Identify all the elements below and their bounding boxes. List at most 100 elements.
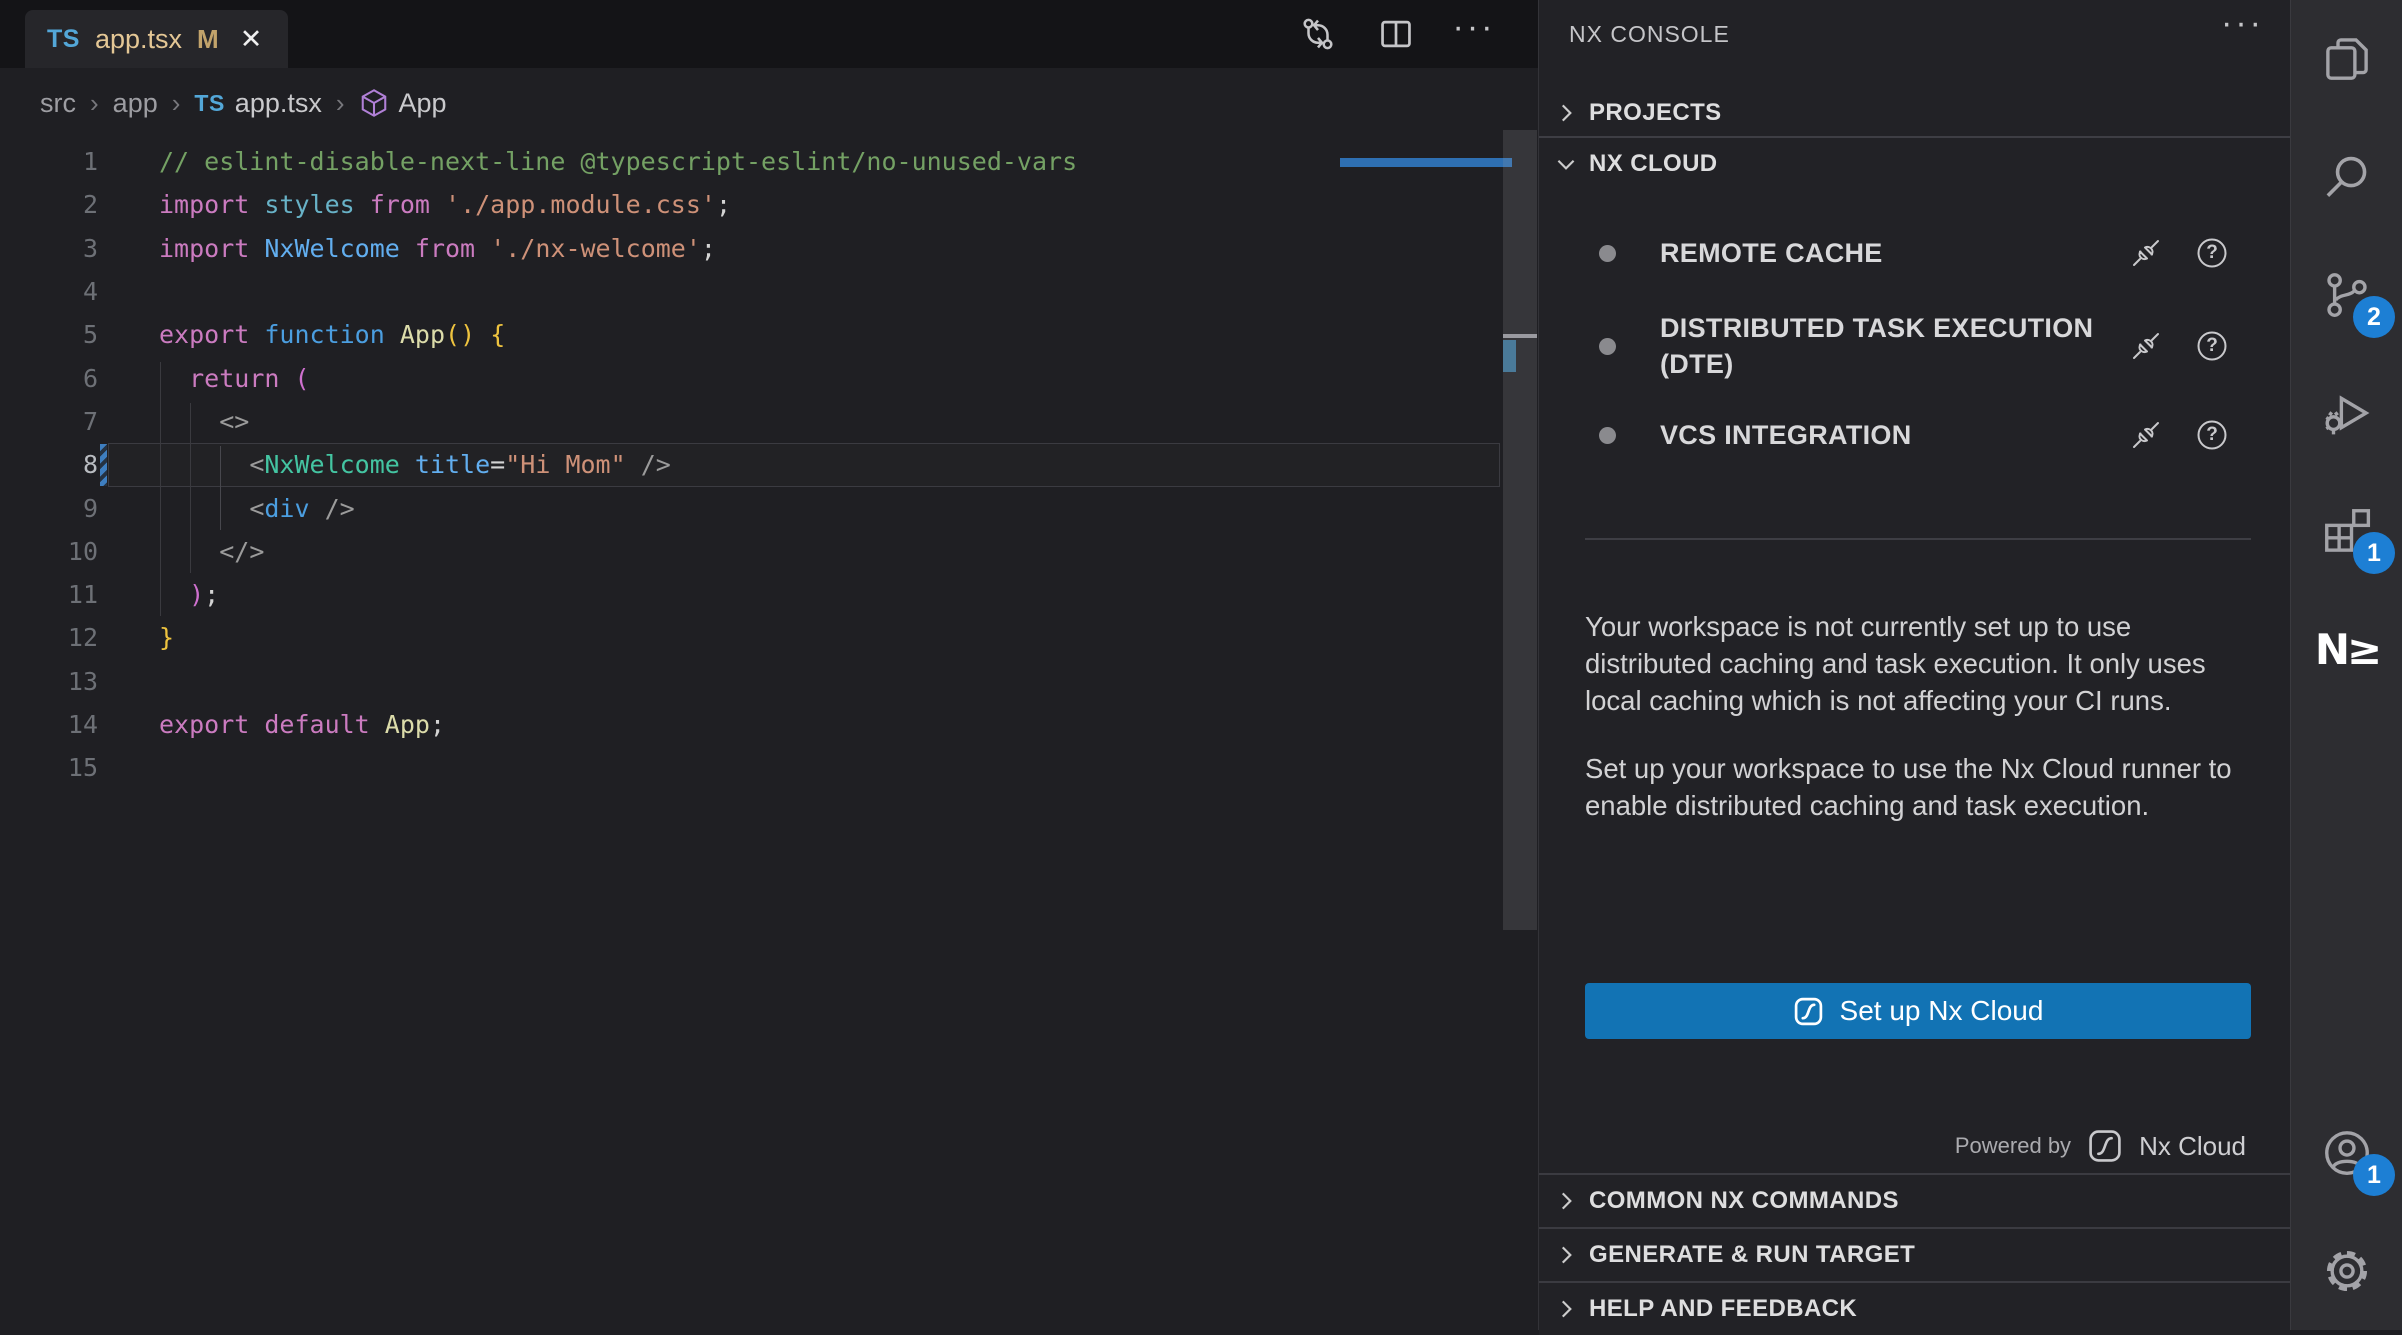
breadcrumb: src›app›TSapp.tsx›App	[40, 80, 447, 126]
setup-nx-cloud-button[interactable]: Set up Nx Cloud	[1585, 983, 2251, 1039]
button-label: Set up Nx Cloud	[1840, 995, 2044, 1027]
powered-by-label: Powered by	[1955, 1133, 2071, 1159]
chevron-right-icon	[1553, 1242, 1579, 1268]
open-changes-icon[interactable]	[1294, 10, 1342, 58]
code-line[interactable]: 4	[0, 270, 1340, 313]
line-number[interactable]: 15	[0, 753, 98, 782]
section-label: PROJECTS	[1589, 99, 1722, 127]
badge-count: 1	[2353, 1154, 2395, 1196]
section-common-nx-commands[interactable]: COMMON NX COMMANDS	[1539, 1173, 2290, 1227]
code-text: export function App() {	[159, 320, 505, 349]
breadcrumb-item-src[interactable]: src	[40, 88, 76, 119]
section-label: HELP AND FEEDBACK	[1589, 1295, 1857, 1323]
editor-toolbar: ···	[1294, 0, 1498, 68]
line-number[interactable]: 8	[0, 450, 98, 479]
activity-explorer-icon[interactable]	[2291, 0, 2402, 118]
typescript-file-icon: TS	[47, 25, 80, 54]
code-line[interactable]: 6 return (	[0, 356, 1340, 399]
nx-cloud-description: Your workspace is not currently set up t…	[1585, 608, 2253, 824]
line-number[interactable]: 11	[0, 580, 98, 609]
status-dot	[1599, 338, 1616, 355]
breadcrumb-separator: ›	[336, 88, 345, 119]
section-label: NX CLOUD	[1589, 150, 1718, 178]
line-number[interactable]: 2	[0, 190, 98, 219]
code-line[interactable]: 7 <>	[0, 400, 1340, 443]
code-line[interactable]: 12}	[0, 616, 1340, 659]
line-number[interactable]: 6	[0, 364, 98, 393]
activity-bar: 2 1 N≥ 1	[2290, 0, 2402, 1330]
code-line[interactable]: 8 <NxWelcome title="Hi Mom" />	[0, 443, 1340, 486]
activity-extensions-icon[interactable]: 1	[2291, 472, 2402, 590]
chevron-right-icon	[1553, 1296, 1579, 1322]
line-number[interactable]: 13	[0, 667, 98, 696]
activity-source-control-icon[interactable]: 2	[2291, 236, 2402, 354]
code-line[interactable]: 10 </>	[0, 530, 1340, 573]
breadcrumb-item-app[interactable]: app	[113, 88, 158, 119]
help-icon[interactable]: ?	[2194, 328, 2230, 364]
section-label: GENERATE & RUN TARGET	[1589, 1241, 1915, 1269]
code-text: <>	[159, 407, 249, 436]
code-text: }	[159, 623, 174, 652]
section-generate-run-target[interactable]: GENERATE & RUN TARGET	[1539, 1227, 2290, 1281]
activity-nx-console-icon[interactable]: N≥	[2291, 590, 2402, 708]
activity-run-debug-icon[interactable]	[2291, 354, 2402, 472]
connect-icon[interactable]	[2128, 235, 2164, 271]
scrollbar-cursor-tick	[1503, 334, 1537, 338]
line-number[interactable]: 1	[0, 147, 98, 176]
line-number[interactable]: 9	[0, 494, 98, 523]
badge-count: 1	[2353, 532, 2395, 574]
code-line[interactable]: 14 export default App;	[0, 703, 1340, 746]
code-line[interactable]: 11 );	[0, 573, 1340, 616]
tab-app-tsx[interactable]: TS app.tsx M ✕	[25, 10, 288, 68]
minimap[interactable]: // eslint-disable-next-line @typescript-…	[1348, 134, 1506, 190]
code-text: // eslint-disable-next-line @typescript-…	[159, 147, 1077, 176]
help-icon[interactable]: ?	[2194, 235, 2230, 271]
breadcrumb-item-app-tsx[interactable]: TSapp.tsx	[194, 88, 321, 119]
section-projects[interactable]: PROJECTS	[1539, 90, 2290, 136]
code-line[interactable]: 9 <div />	[0, 486, 1340, 529]
status-dot	[1599, 427, 1616, 444]
help-icon[interactable]: ?	[2194, 417, 2230, 453]
typescript-file-icon: TS	[194, 90, 224, 117]
connect-icon[interactable]	[2128, 328, 2164, 364]
line-number[interactable]: 3	[0, 234, 98, 263]
section-nx-cloud[interactable]: NX CLOUD	[1539, 138, 2290, 190]
close-icon[interactable]: ✕	[240, 24, 263, 55]
code-text: return (	[159, 364, 310, 393]
split-editor-icon[interactable]	[1372, 10, 1420, 58]
code-line[interactable]: 3import NxWelcome from './nx-welcome';	[0, 227, 1340, 270]
breadcrumb-label: src	[40, 88, 76, 119]
line-number[interactable]: 4	[0, 277, 98, 306]
code-line[interactable]: 2import styles from './app.module.css';	[0, 183, 1340, 226]
panel-more-actions-icon[interactable]: ···	[2221, 4, 2264, 43]
code-line[interactable]: 5 export function App() {	[0, 313, 1340, 356]
editor-scrollbar[interactable]	[1503, 130, 1537, 930]
activity-settings-icon[interactable]	[2291, 1212, 2402, 1330]
line-number[interactable]: 12	[0, 623, 98, 652]
breadcrumb-label: app	[113, 88, 158, 119]
description-paragraph: Set up your workspace to use the Nx Clou…	[1585, 750, 2253, 824]
chevron-right-icon	[1553, 100, 1579, 126]
line-number[interactable]: 14	[0, 710, 98, 739]
code-text: export default App;	[159, 710, 445, 739]
feature-row-distributed-task-execution-dte-: DISTRIBUTED TASK EXECUTION (DTE)?	[1539, 300, 2290, 392]
code-line[interactable]: 1 // eslint-disable-next-line @typescript…	[0, 140, 1340, 183]
code-line[interactable]: 15	[0, 746, 1340, 789]
nx-cloud-icon	[1793, 996, 1824, 1027]
activity-search-icon[interactable]	[2291, 118, 2402, 236]
section-help-and-feedback[interactable]: HELP AND FEEDBACK	[1539, 1281, 2290, 1335]
code-line[interactable]: 13	[0, 660, 1340, 703]
line-number[interactable]: 10	[0, 537, 98, 566]
more-actions-icon[interactable]: ···	[1450, 10, 1498, 58]
breadcrumb-item-app[interactable]: App	[359, 88, 447, 119]
divider	[1585, 538, 2251, 540]
status-dot	[1599, 245, 1616, 262]
minimap-line	[1348, 186, 1506, 190]
git-modified-badge: M	[197, 24, 219, 55]
activity-account-icon[interactable]: 1	[2291, 1094, 2402, 1212]
nx-cloud-logo-icon	[2087, 1128, 2123, 1164]
line-number[interactable]: 5	[0, 320, 98, 349]
code-editor[interactable]: 1 // eslint-disable-next-line @typescript…	[0, 140, 1340, 789]
connect-icon[interactable]	[2128, 417, 2164, 453]
line-number[interactable]: 7	[0, 407, 98, 436]
